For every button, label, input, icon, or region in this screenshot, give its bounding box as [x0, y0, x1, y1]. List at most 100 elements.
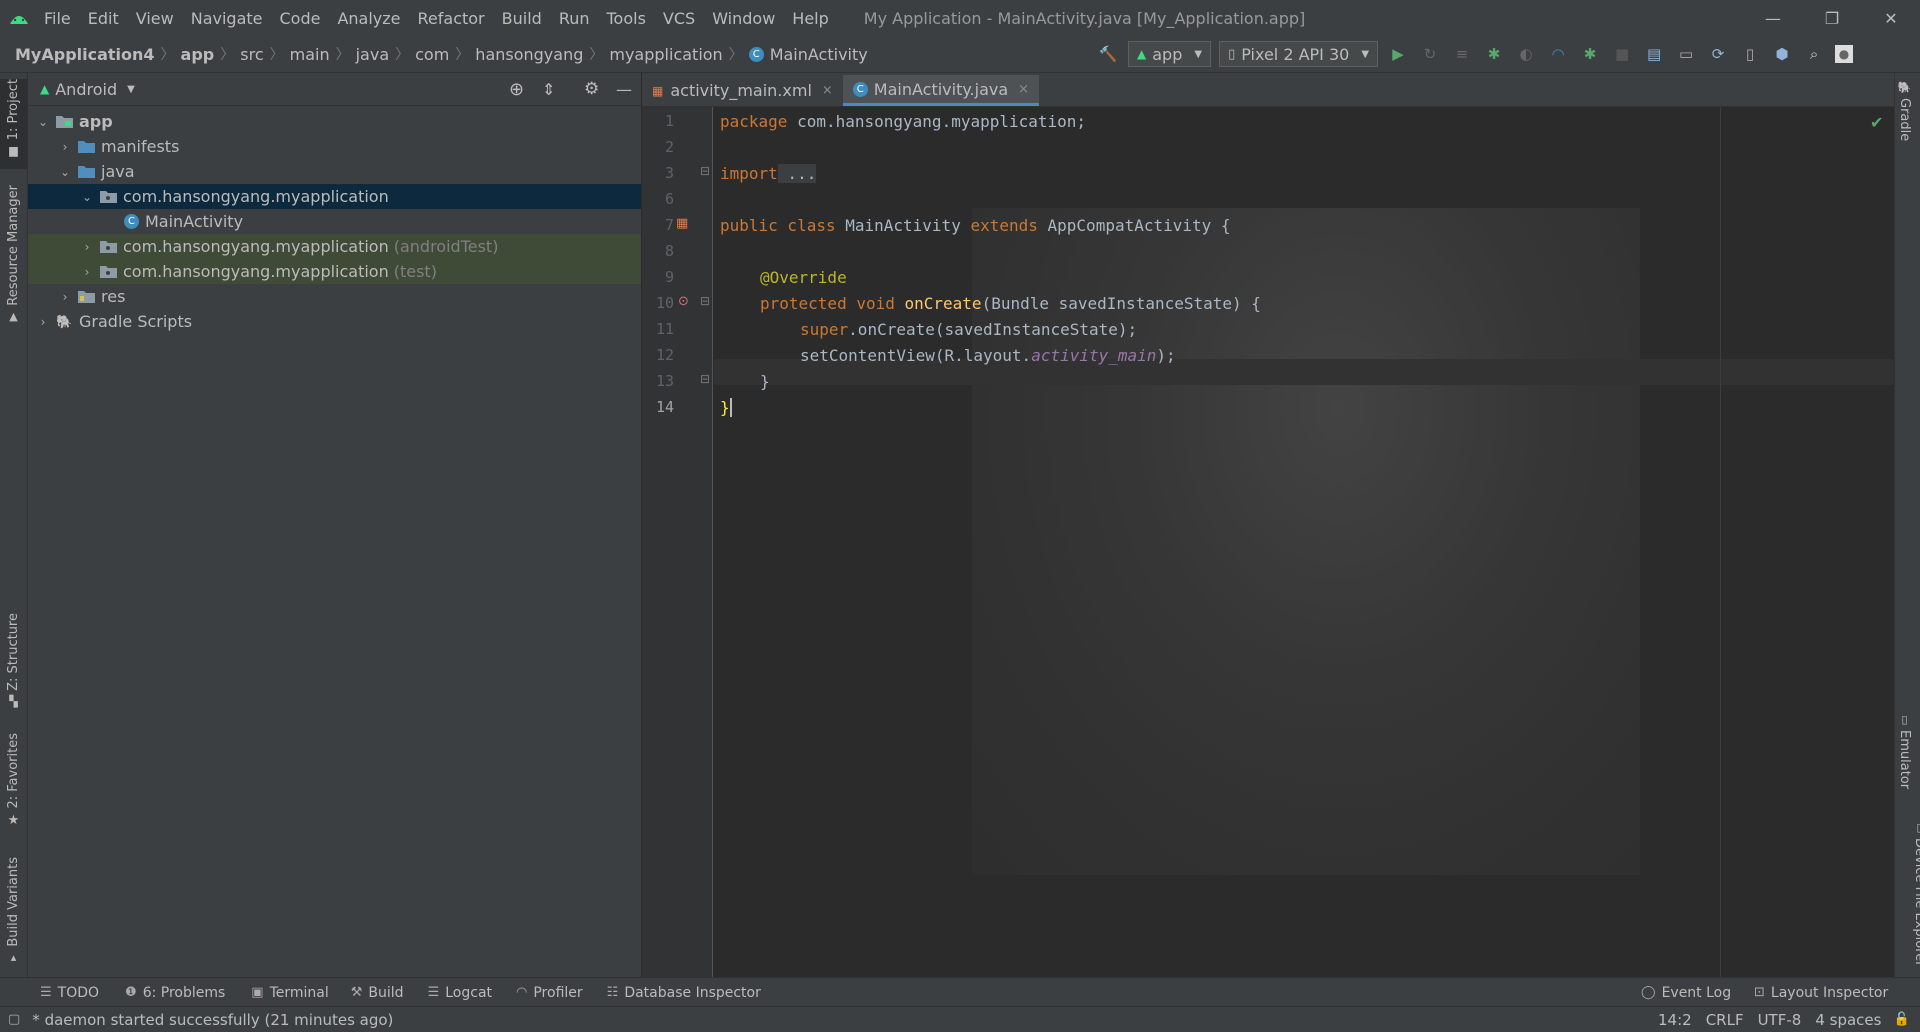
override-gutter-icon[interactable]: ⊙	[678, 294, 689, 309]
fold-icon[interactable]: ⊟	[700, 372, 710, 386]
indent-setting[interactable]: 4 spaces	[1815, 1011, 1881, 1029]
restore-button[interactable]: ❐	[1803, 0, 1861, 36]
caret-position[interactable]: 14:2	[1658, 1011, 1692, 1029]
fold-icon[interactable]: ⊟	[700, 294, 710, 308]
breadcrumb-myapplication[interactable]: myapplication	[609, 45, 722, 64]
debug-icon[interactable]: ✱	[1483, 43, 1505, 65]
status-message[interactable]: * daemon started successfully (21 minute…	[32, 1011, 393, 1029]
close-button[interactable]: ✕	[1862, 0, 1920, 36]
chevron-down-icon[interactable]: ⌄	[58, 165, 72, 179]
minimize-button[interactable]: —	[1744, 0, 1802, 36]
code-area[interactable]: package com.hansongyang.myapplication; i…	[720, 107, 1890, 977]
collapse-all-icon[interactable]: ⇕	[542, 80, 555, 99]
tool-problems[interactable]: ❶ 6: Problems	[125, 985, 225, 1001]
menu-help[interactable]: Help	[792, 9, 828, 28]
file-encoding[interactable]: UTF-8	[1758, 1011, 1802, 1029]
breadcrumb-project[interactable]: MyApplication4	[15, 45, 155, 64]
attach-debugger-icon[interactable]: ✱	[1579, 43, 1601, 65]
chevron-right-icon[interactable]: ›	[80, 240, 94, 254]
breadcrumb-java[interactable]: java	[356, 45, 390, 64]
tab-project[interactable]: 1: Project ▆	[0, 79, 27, 169]
tree-item-package-test[interactable]: › com.hansongyang.myapplication (test)	[28, 259, 641, 284]
breadcrumb-module[interactable]: app	[181, 45, 215, 64]
tab-gradle[interactable]: 🐘 Gradle	[1897, 81, 1912, 141]
close-icon[interactable]: ×	[1018, 82, 1029, 97]
breadcrumb-main[interactable]: main	[290, 45, 330, 64]
device-manager-icon[interactable]: ▯	[1739, 43, 1761, 65]
tab-main-activity-java[interactable]: C MainActivity.java ×	[842, 75, 1040, 106]
sdk-manager-icon[interactable]: ⬢	[1771, 43, 1793, 65]
tool-build[interactable]: ⚒ Build	[351, 985, 404, 1001]
menu-analyze[interactable]: Analyze	[337, 9, 400, 28]
search-icon[interactable]: ⌕	[1803, 43, 1825, 65]
gradle-sync-icon[interactable]: ⟳	[1707, 43, 1729, 65]
chevron-down-icon[interactable]: ⌄	[36, 115, 50, 129]
tree-item-res[interactable]: › res	[28, 284, 641, 309]
run-config-select[interactable]: ▲ app ▼	[1128, 41, 1212, 67]
tree-item-package-android-test[interactable]: › com.hansongyang.myapplication (android…	[28, 234, 641, 259]
hammer-icon[interactable]: 🔨	[1097, 43, 1119, 65]
close-icon[interactable]: ×	[822, 83, 833, 98]
menu-navigate[interactable]: Navigate	[191, 9, 263, 28]
menu-vcs[interactable]: VCS	[663, 9, 695, 28]
chevron-right-icon[interactable]: ›	[58, 140, 72, 154]
coverage-icon[interactable]: ◐	[1515, 43, 1537, 65]
tool-terminal[interactable]: ▣ Terminal	[251, 985, 328, 1001]
hide-icon[interactable]: —	[616, 80, 632, 99]
menu-file[interactable]: File	[44, 9, 71, 28]
folded-imports[interactable]: ...	[777, 164, 817, 183]
breadcrumb-src[interactable]: src	[240, 45, 263, 64]
menu-tools[interactable]: Tools	[607, 9, 646, 28]
tab-resource-manager[interactable]: Resource Manager ▲	[0, 185, 27, 323]
run-icon[interactable]: ▶	[1387, 43, 1409, 65]
device-select[interactable]: ▯ Pixel 2 API 30 ▼	[1219, 41, 1379, 67]
tab-structure[interactable]: Z: Structure ▚	[0, 613, 27, 708]
toggle-tool-windows-icon[interactable]: ▢	[8, 1012, 20, 1027]
rerun-icon[interactable]: ↻	[1419, 43, 1441, 65]
avatar[interactable]: ●	[1835, 45, 1854, 63]
menu-window[interactable]: Window	[712, 9, 775, 28]
tool-todo[interactable]: ☰ TODO	[40, 985, 99, 1001]
stop-icon[interactable]: ■	[1611, 43, 1633, 65]
chevron-right-icon[interactable]: ›	[36, 315, 50, 329]
menu-refactor[interactable]: Refactor	[418, 9, 485, 28]
tool-profiler[interactable]: ◠ Profiler	[516, 985, 583, 1001]
profile-icon[interactable]: ◠	[1547, 43, 1569, 65]
gear-icon[interactable]: ⚙	[584, 79, 599, 99]
tab-emulator[interactable]: ▯ Emulator	[1897, 713, 1912, 789]
tree-item-package-main[interactable]: ⌄ com.hansongyang.myapplication	[28, 184, 641, 209]
lock-icon[interactable]: 🔓	[1893, 1012, 1909, 1027]
menu-edit[interactable]: Edit	[88, 9, 119, 28]
view-mode-select[interactable]: Android	[55, 80, 117, 99]
tool-logcat[interactable]: ☰ Logcat	[428, 985, 492, 1001]
avd-manager-icon[interactable]: ▭	[1675, 43, 1697, 65]
menu-run[interactable]: Run	[559, 9, 590, 28]
tool-event-log[interactable]: ◯ Event Log	[1641, 985, 1731, 1001]
line-separator[interactable]: CRLF	[1706, 1011, 1744, 1029]
sync-project-icon[interactable]: ▤	[1643, 43, 1665, 65]
apply-changes-icon[interactable]: ≡	[1451, 43, 1473, 65]
breadcrumb-com[interactable]: com	[415, 45, 449, 64]
tool-layout-inspector[interactable]: ⊡ Layout Inspector	[1754, 985, 1888, 1001]
fold-icon[interactable]: ⊟	[700, 164, 710, 178]
menu-build[interactable]: Build	[502, 9, 542, 28]
tab-favorites[interactable]: 2: Favorites ★	[0, 733, 27, 828]
tree-item-main-activity[interactable]: C MainActivity	[28, 209, 641, 234]
chevron-right-icon[interactable]: ›	[80, 265, 94, 279]
locate-icon[interactable]: ⊕	[509, 79, 524, 100]
breadcrumb-class[interactable]: MainActivity	[770, 45, 868, 64]
tree-item-manifests[interactable]: › manifests	[28, 134, 641, 159]
tree-item-java[interactable]: ⌄ java	[28, 159, 641, 184]
no-problems-check-icon[interactable]: ✔	[1870, 113, 1883, 132]
tab-build-variants[interactable]: Build Variants ▴	[0, 857, 27, 964]
tree-item-gradle-scripts[interactable]: › 🐘 Gradle Scripts	[28, 309, 641, 334]
menu-view[interactable]: View	[136, 9, 174, 28]
menu-code[interactable]: Code	[280, 9, 321, 28]
tab-activity-main-xml[interactable]: ▦ activity_main.xml ×	[642, 75, 843, 106]
tree-item-app[interactable]: ⌄ app	[28, 109, 641, 134]
tool-database-inspector[interactable]: ☷ Database Inspector	[607, 985, 761, 1001]
activity-gutter-icon[interactable]: ▦	[676, 216, 688, 231]
dropdown-arrow-icon[interactable]: ▼	[127, 84, 135, 95]
chevron-down-icon[interactable]: ⌄	[80, 190, 94, 204]
chevron-right-icon[interactable]: ›	[58, 290, 72, 304]
